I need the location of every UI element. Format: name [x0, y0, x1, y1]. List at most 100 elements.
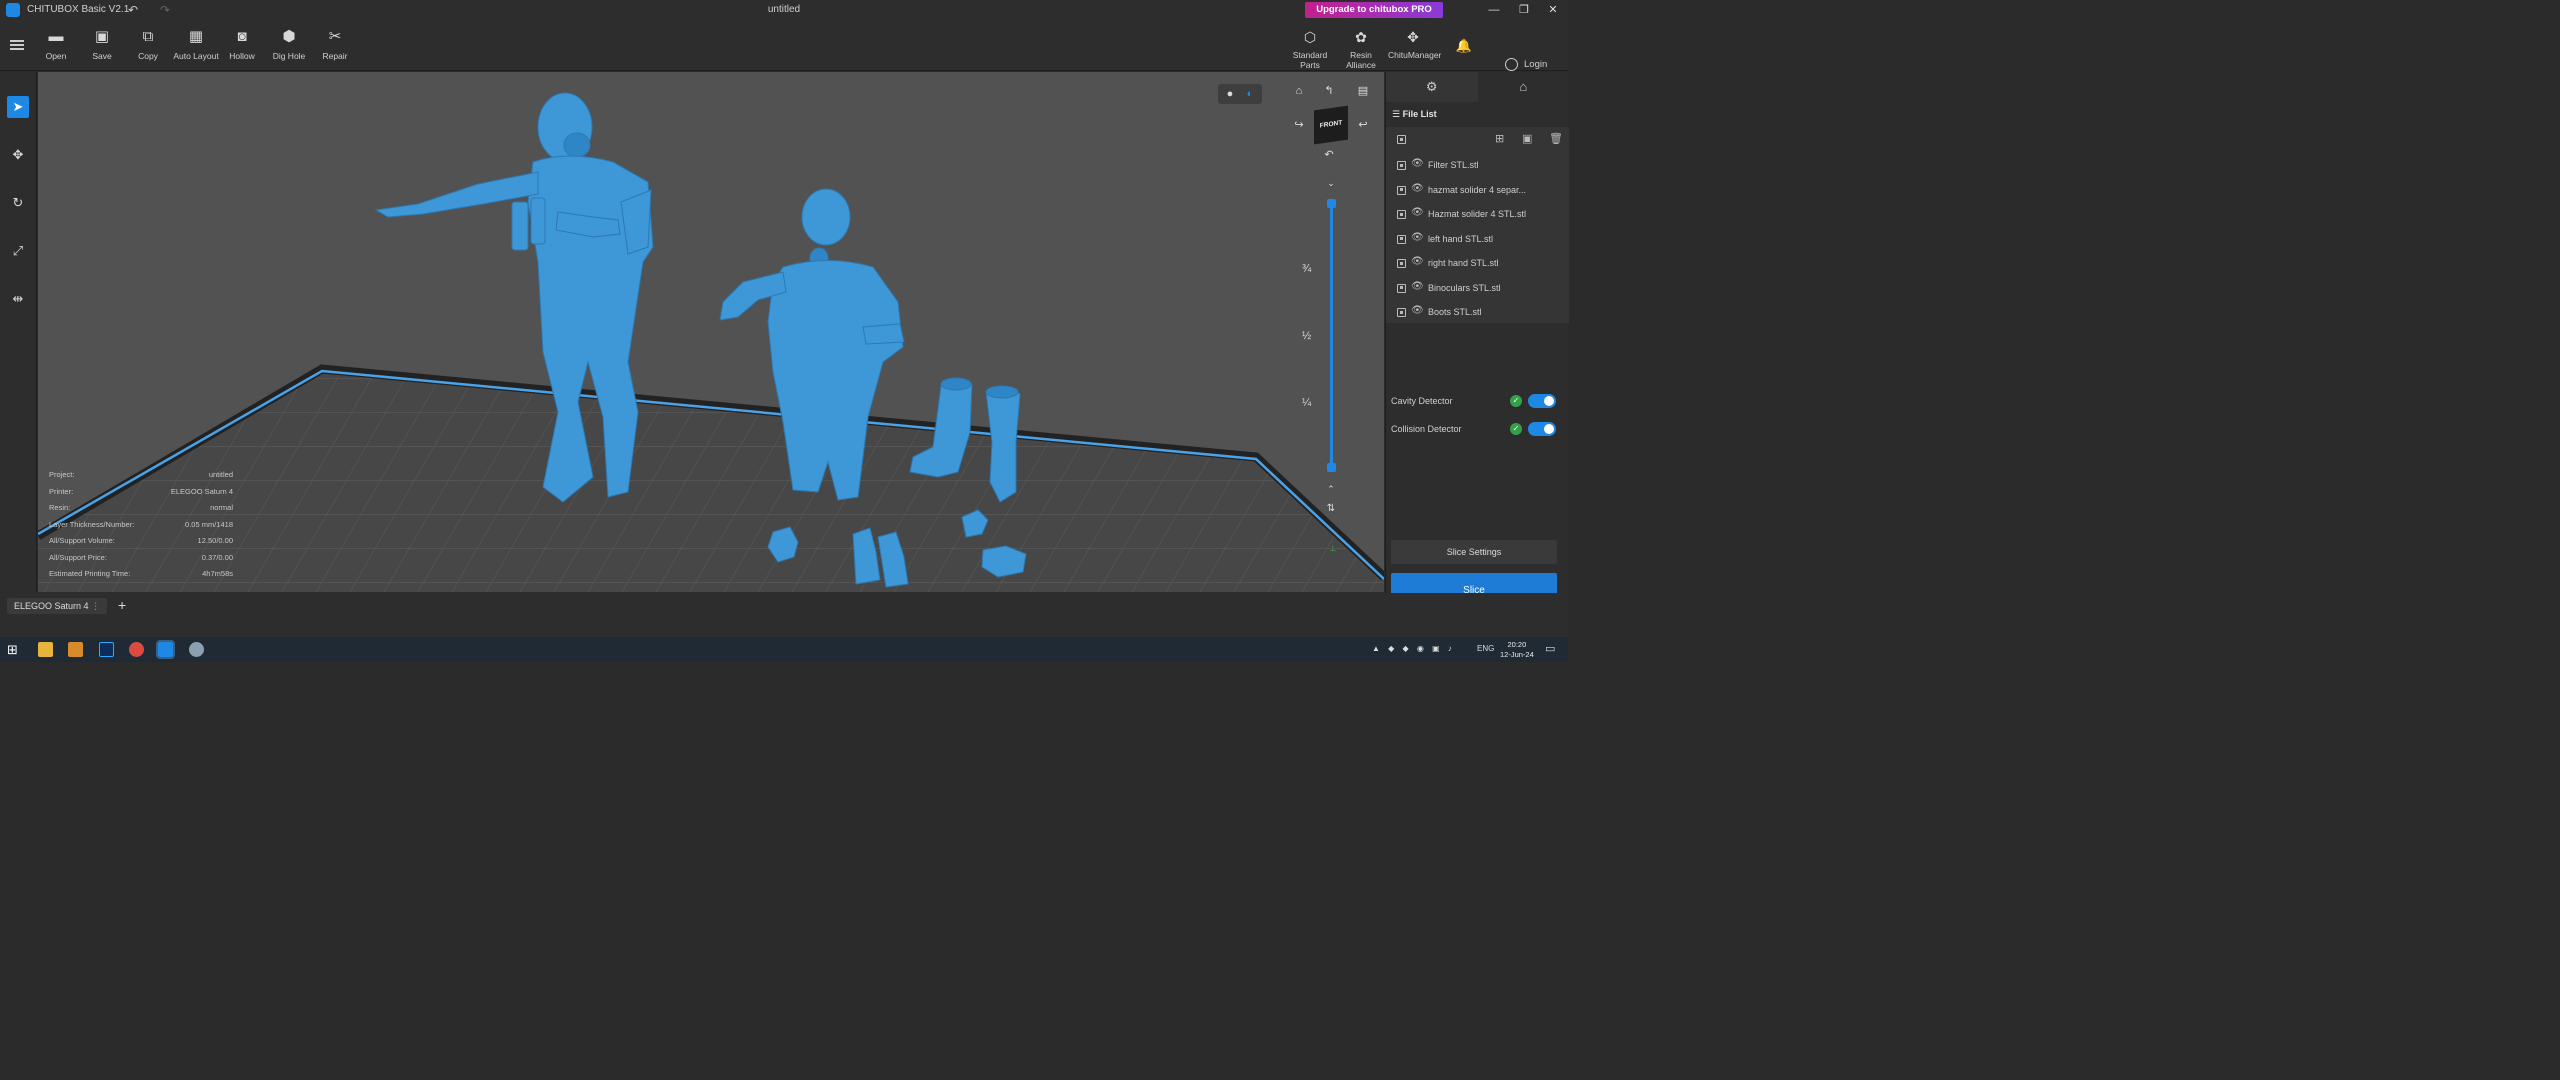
file-list-toolbar: ⊞ ▣ 🗑 — [1386, 127, 1569, 153]
user-icon — [1505, 58, 1518, 71]
dig-hole-button[interactable]: ⬢ Dig Hole — [266, 28, 312, 61]
open-button[interactable]: ▬ Open — [33, 28, 79, 61]
3d-viewport[interactable]: Project: untitled Printer: ELEGOO Saturn 4… — [38, 72, 1384, 592]
chitubox-taskbar-icon[interactable] — [156, 640, 175, 659]
notification-bell-icon[interactable]: 🔔 — [1455, 38, 1473, 54]
standard-parts-button[interactable]: ⬡ Standard Parts — [1285, 28, 1335, 70]
resin-alliance-button[interactable]: ✿ Resin Alliance — [1337, 28, 1385, 70]
solid-mode-icon[interactable]: ● — [1221, 85, 1239, 103]
photoshop-icon[interactable] — [99, 642, 114, 657]
maximize-icon[interactable]: ❐ — [1512, 2, 1536, 18]
app-taskbar-icon[interactable] — [189, 642, 204, 657]
scale-tool-icon[interactable]: ⤢ — [7, 240, 29, 262]
file-checkbox[interactable] — [1397, 210, 1406, 219]
layer-slider-track[interactable] — [1330, 202, 1333, 468]
file-checkbox[interactable] — [1397, 161, 1406, 170]
info-row: All/Support Price: 0.37/0.00 — [49, 552, 233, 562]
eye-icon[interactable]: 👁 — [1411, 183, 1424, 194]
slice-settings-button[interactable]: Slice Settings — [1391, 540, 1557, 564]
tab-file-settings[interactable]: ⚙ — [1386, 72, 1478, 102]
hollow-button[interactable]: ◙ Hollow — [219, 28, 265, 61]
rotate-tool-icon[interactable]: ↻ — [7, 192, 29, 214]
view-cube[interactable]: FRONT — [1314, 105, 1348, 145]
layer-slider-top-handle[interactable] — [1327, 199, 1336, 208]
list-item[interactable]: 👁 hazmat solider 4 separ... — [1386, 178, 1569, 203]
media-player-icon[interactable] — [68, 642, 83, 657]
save-button[interactable]: ▣ Save — [79, 28, 125, 61]
undo-icon[interactable]: ↶ — [128, 3, 138, 17]
system-tray-icons[interactable]: ▲ ◆ ◆ ◉ ▣ ♪ — [1372, 644, 1455, 653]
delete-icon[interactable]: 🗑 — [1549, 132, 1563, 145]
group-icon[interactable]: ▣ — [1522, 132, 1532, 145]
add-file-icon[interactable]: ⊞ — [1495, 132, 1504, 145]
build-plate-scene — [38, 92, 1384, 592]
more-icon[interactable]: ⋮ — [91, 601, 100, 611]
move-tool-icon[interactable]: ✥ — [7, 144, 29, 166]
rotate-view-down-icon[interactable]: ↶ — [1320, 146, 1338, 164]
chrome-icon[interactable] — [129, 642, 144, 657]
eye-icon[interactable]: 👁 — [1411, 281, 1424, 292]
list-item[interactable]: 👁 right hand STL.stl — [1386, 251, 1569, 276]
resin-icon: ✿ — [1355, 29, 1367, 45]
rotate-view-left-icon[interactable]: ↪ — [1290, 116, 1308, 134]
layer-expand-icon[interactable]: ⇅ — [1322, 500, 1340, 518]
redo-icon[interactable]: ↷ — [160, 3, 170, 17]
eye-icon[interactable]: 👁 — [1411, 232, 1424, 243]
list-item[interactable]: 👁 Binoculars STL.stl — [1386, 276, 1569, 301]
file-checkbox[interactable] — [1397, 283, 1406, 293]
auto-layout-button[interactable]: ▦ Auto Layout — [173, 28, 219, 61]
cavity-detector-toggle[interactable] — [1528, 394, 1556, 408]
select-all-checkbox[interactable] — [1397, 135, 1406, 144]
list-item[interactable]: 👁 Filter STL.stl — [1386, 153, 1569, 178]
printer-tabs-bar: ELEGOO Saturn 4 ⋮ + — [0, 593, 1568, 637]
tab-printer[interactable]: ⌂ — [1478, 72, 1570, 102]
xray-mode-icon[interactable]: ◐ — [1241, 85, 1259, 103]
login-button[interactable]: Login — [1505, 58, 1547, 71]
mirror-tool-icon[interactable]: ⇹ — [7, 288, 29, 310]
layer-slider-bottom-handle[interactable] — [1327, 463, 1336, 472]
collision-detector-toggle[interactable] — [1528, 422, 1556, 436]
rotate-view-right-icon[interactable]: ↩ — [1354, 116, 1372, 134]
notifications-icon[interactable]: ▭ — [1545, 642, 1555, 655]
menu-icon[interactable] — [10, 40, 24, 50]
eye-icon[interactable]: 👁 — [1411, 256, 1424, 267]
auto-layout-icon: ▦ — [188, 28, 204, 45]
repair-button[interactable]: ✂ Repair — [312, 28, 358, 61]
upgrade-button[interactable]: Upgrade to chitubox PRO — [1305, 2, 1443, 18]
language-indicator[interactable]: ENG — [1477, 644, 1494, 653]
printer-tab[interactable]: ELEGOO Saturn 4 ⋮ — [7, 598, 108, 614]
clock[interactable]: 20:20 12-Jun-24 — [1500, 640, 1534, 660]
select-tool-icon[interactable]: ➤ — [7, 96, 29, 118]
file-checkbox[interactable] — [1397, 259, 1406, 268]
perspective-icon[interactable]: ▤ — [1354, 82, 1372, 100]
fraction-three-quarters: ¾ — [1302, 263, 1312, 275]
list-item[interactable]: 👁 left hand STL.stl — [1386, 227, 1569, 252]
chevron-down-icon[interactable]: ⌄ — [1322, 174, 1340, 192]
copy-button[interactable]: ⧉ Copy — [125, 28, 171, 61]
rotate-view-up-icon[interactable]: ↰ — [1320, 82, 1338, 100]
eye-icon[interactable]: 👁 — [1411, 207, 1424, 218]
fraction-quarter: ¼ — [1302, 397, 1312, 409]
windows-start-icon[interactable]: ⊞ — [7, 642, 22, 657]
render-mode-toggle[interactable]: ● ◐ — [1218, 84, 1262, 104]
list-item[interactable]: 👁 Hazmat solider 4 STL.stl — [1386, 202, 1569, 227]
home-view-icon[interactable]: ⌂ — [1290, 82, 1308, 100]
list-item[interactable]: 👁 Boots STL.stl — [1386, 300, 1569, 325]
add-printer-icon[interactable]: + — [118, 597, 126, 613]
chitumanager-button[interactable]: ✥ ChituManager — [1388, 28, 1441, 60]
title-bar: CHITUBOX Basic V2.1 ↶ ↷ untitled Upgrade… — [0, 0, 1568, 20]
fraction-half: ½ — [1302, 330, 1312, 342]
chevron-up-icon[interactable]: ⌃ — [1322, 480, 1340, 498]
file-explorer-icon[interactable] — [38, 642, 53, 657]
file-checkbox[interactable] — [1397, 185, 1406, 195]
hollow-icon: ◙ — [237, 28, 247, 45]
minimize-icon[interactable]: — — [1482, 2, 1506, 18]
copy-icon: ⧉ — [142, 28, 154, 45]
eye-icon[interactable]: 👁 — [1411, 158, 1424, 169]
chitubox-logo-icon — [6, 3, 20, 17]
file-checkbox[interactable] — [1397, 308, 1406, 317]
printer-icon: ⌂ — [1519, 79, 1528, 94]
file-checkbox[interactable] — [1397, 234, 1406, 244]
eye-icon[interactable]: 👁 — [1411, 305, 1424, 316]
close-icon[interactable]: ✕ — [1541, 2, 1565, 18]
